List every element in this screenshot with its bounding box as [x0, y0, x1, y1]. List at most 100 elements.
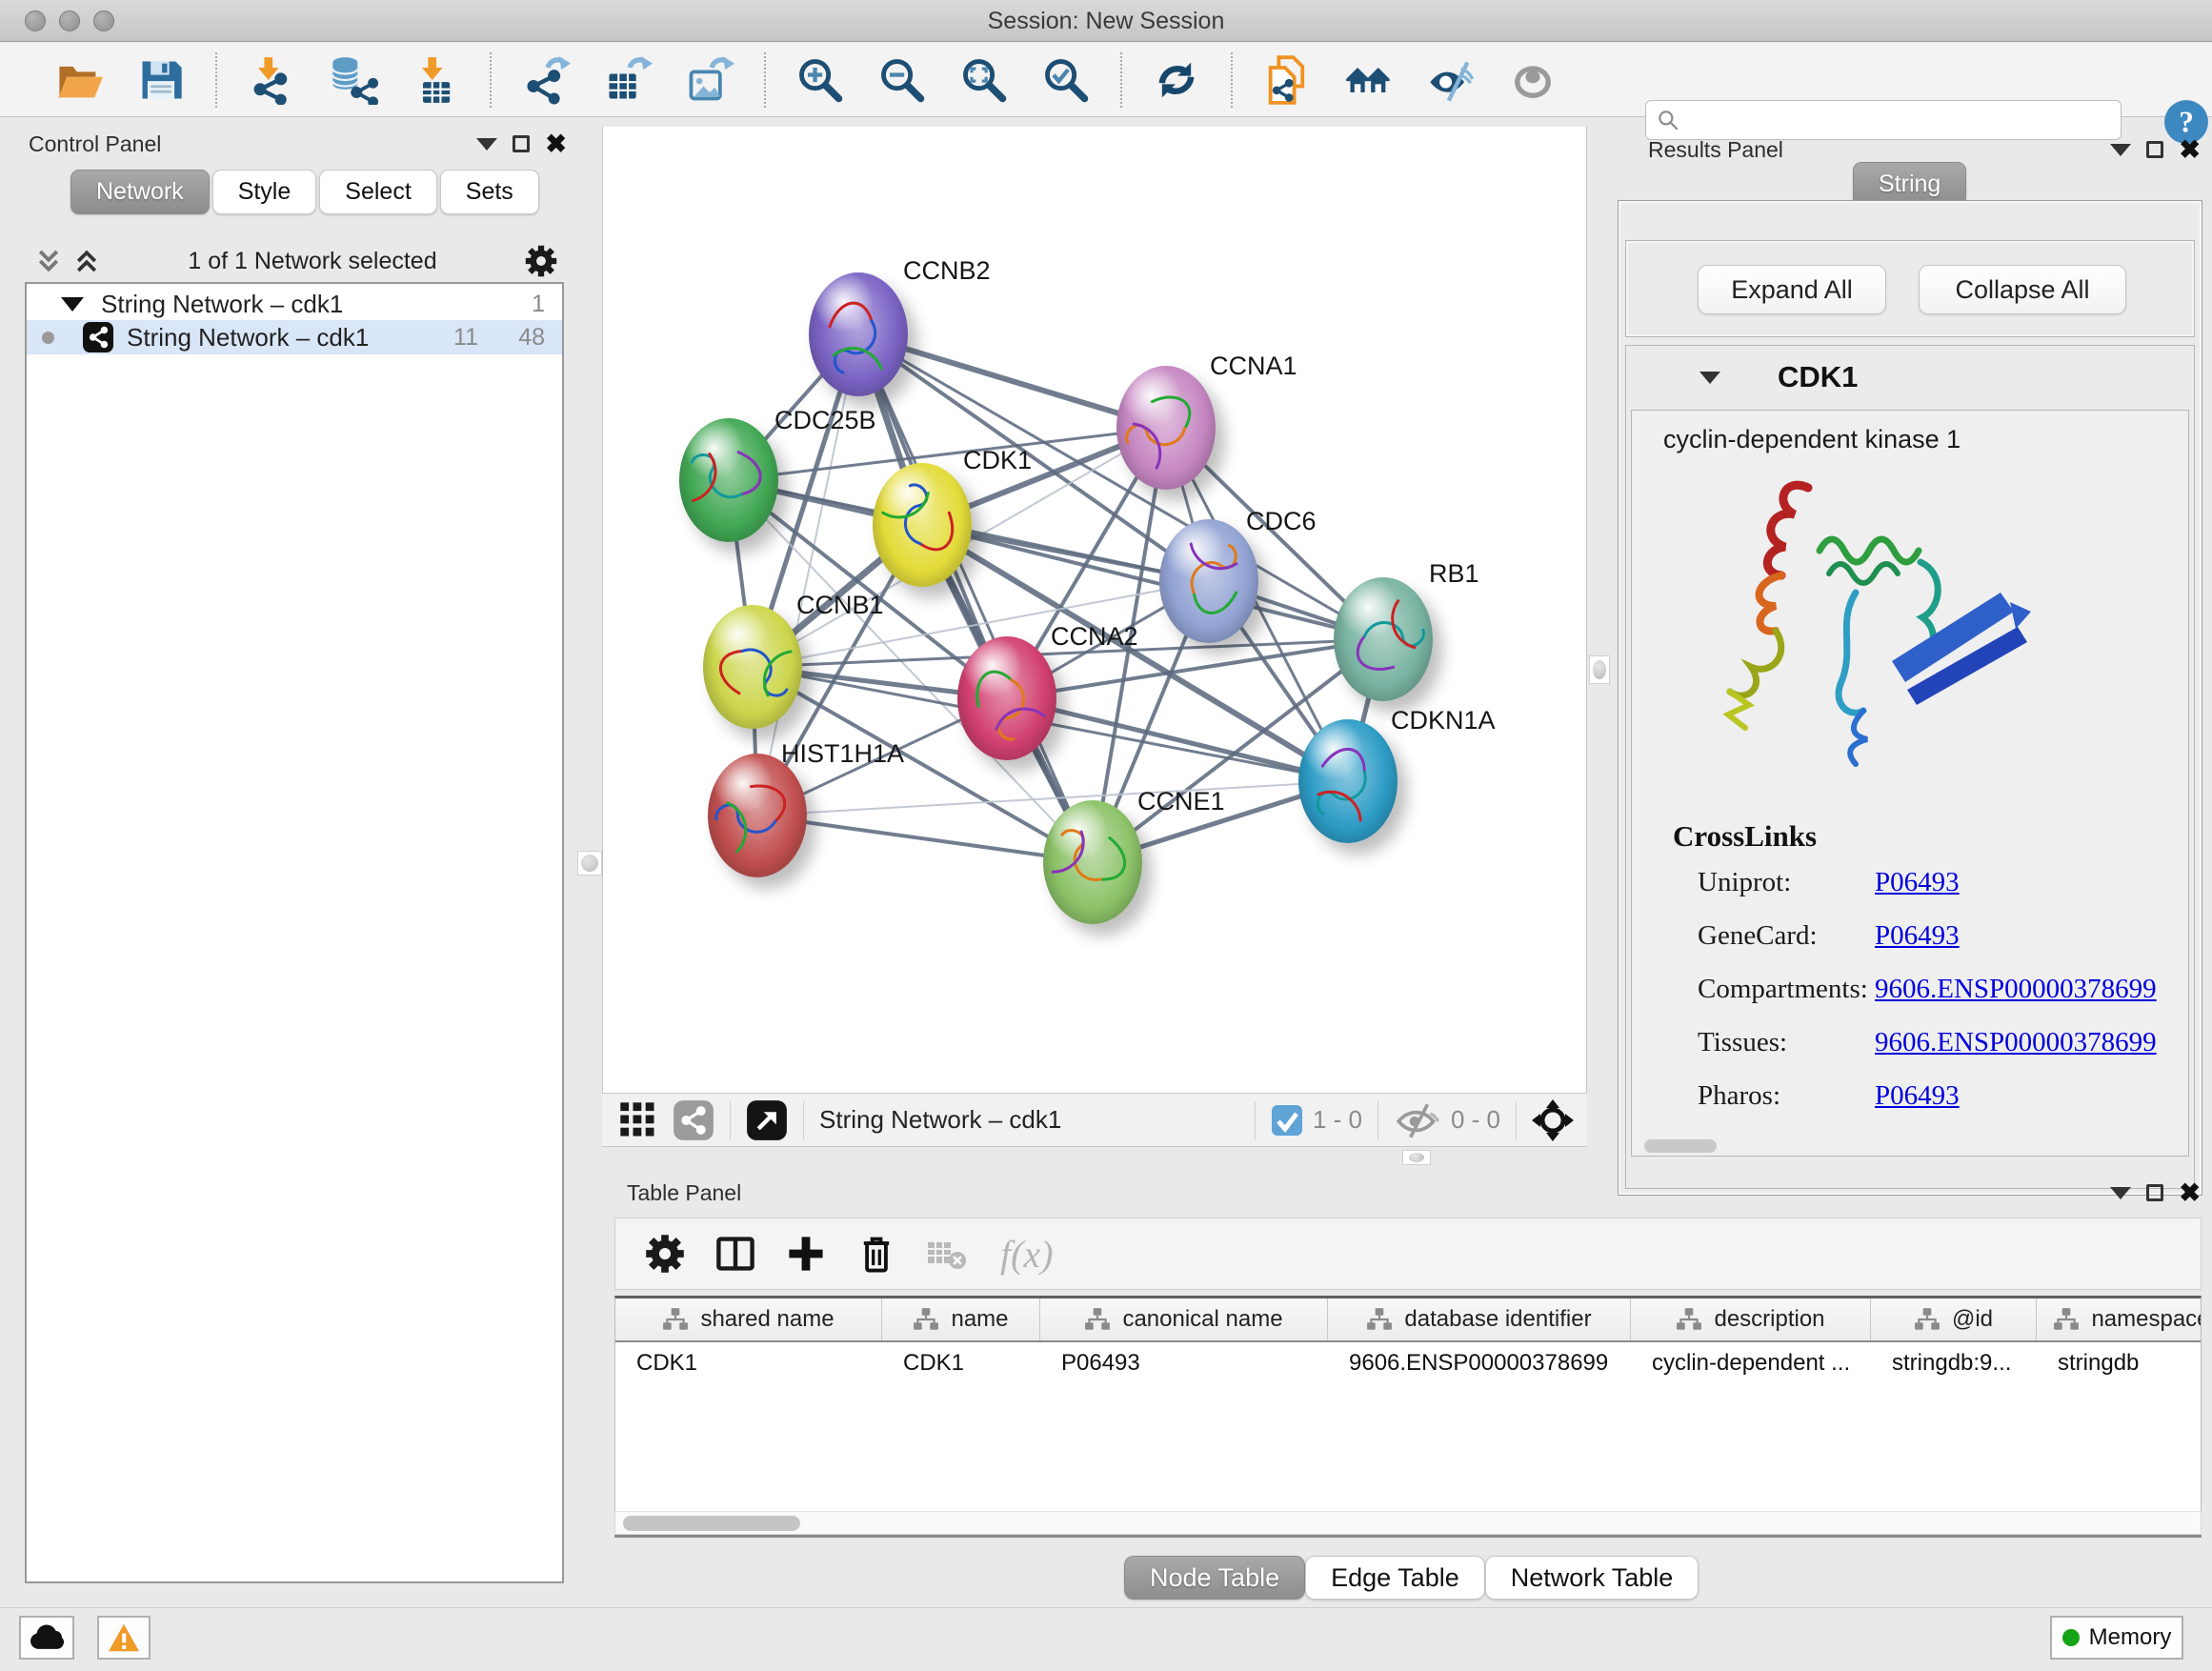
- table-cell[interactable]: CDK1: [882, 1350, 1040, 1377]
- panel-close-icon[interactable]: ✖: [2179, 140, 2201, 159]
- left-splitter-handle[interactable]: [577, 851, 602, 876]
- panel-menu-icon[interactable]: [2110, 144, 2131, 156]
- node-cdc6[interactable]: [1159, 519, 1258, 643]
- node-cdkn1a[interactable]: [1298, 719, 1398, 843]
- zoom-in-icon[interactable]: [795, 55, 845, 105]
- tab-network[interactable]: Network: [70, 170, 210, 214]
- import-table-from-file-icon[interactable]: [411, 55, 460, 105]
- add-column-icon[interactable]: [785, 1233, 827, 1275]
- expand-all-icon[interactable]: [72, 247, 101, 275]
- node-cdk1[interactable]: [873, 463, 972, 587]
- share-network-icon[interactable]: [673, 1099, 714, 1141]
- column-header-canonical-name[interactable]: canonical name: [1040, 1299, 1328, 1340]
- collapse-all-icon[interactable]: [34, 247, 63, 275]
- table-hscrollbar[interactable]: [614, 1511, 2202, 1535]
- results-scrollbar-thumb[interactable]: [1644, 1139, 1717, 1153]
- open-session-icon[interactable]: [54, 55, 104, 105]
- fit-content-icon[interactable]: [959, 55, 1009, 105]
- node-ccnb2[interactable]: [809, 272, 908, 396]
- function-builder-icon[interactable]: f(x): [1000, 1232, 1054, 1277]
- memory-button[interactable]: Memory: [2050, 1616, 2183, 1660]
- crosslink-link[interactable]: P06493: [1875, 867, 1960, 898]
- network-collection-row[interactable]: String Network – cdk1 1: [27, 288, 562, 320]
- expand-all-button[interactable]: Expand All: [1698, 265, 1886, 314]
- panel-menu-icon[interactable]: [476, 138, 497, 151]
- table-cell[interactable]: P06493: [1040, 1350, 1328, 1377]
- tab-select[interactable]: Select: [319, 170, 436, 214]
- import-string-network-icon[interactable]: [1262, 55, 1312, 105]
- refresh-layout-icon[interactable]: [1152, 55, 1201, 105]
- show-columns-icon[interactable]: [714, 1233, 756, 1275]
- export-image-icon[interactable]: [685, 55, 734, 105]
- delete-column-icon[interactable]: [855, 1233, 897, 1275]
- export-network-icon[interactable]: [521, 55, 571, 105]
- tab-edge-table[interactable]: Edge Table: [1305, 1556, 1485, 1600]
- column-header-database-identifier[interactable]: database identifier: [1328, 1299, 1631, 1340]
- delete-table-icon[interactable]: [926, 1233, 968, 1275]
- hide-selected-icon[interactable]: [1426, 55, 1476, 105]
- crosslink-link[interactable]: 9606.ENSP00000378699: [1875, 1027, 2157, 1058]
- memory-status-dot: [2062, 1629, 2080, 1646]
- panel-close-icon[interactable]: ✖: [545, 134, 567, 153]
- collapse-all-button[interactable]: Collapse All: [1919, 265, 2126, 314]
- cloud-icon[interactable]: [19, 1616, 74, 1660]
- tab-style[interactable]: Style: [212, 170, 317, 214]
- column-header-name[interactable]: name: [882, 1299, 1040, 1340]
- table-cell[interactable]: 9606.ENSP00000378699: [1328, 1350, 1631, 1377]
- zoom-out-icon[interactable]: [877, 55, 927, 105]
- panel-menu-icon[interactable]: [2110, 1187, 2131, 1199]
- table-cell[interactable]: CDK1: [615, 1350, 882, 1377]
- panel-float-icon[interactable]: [2146, 1184, 2163, 1201]
- table-hscrollbar-thumb[interactable]: [623, 1516, 800, 1531]
- tab-network-table[interactable]: Network Table: [1485, 1556, 1699, 1600]
- network-canvas[interactable]: CCNB2CCNA1CDC25BCDK1CDC6RB1CCNB1CCNA2CDK…: [602, 127, 1587, 1093]
- right-splitter-handle[interactable]: [1589, 655, 1610, 684]
- protein-thumbnail: [703, 605, 802, 729]
- network-row-selected[interactable]: String Network – cdk1 11 48: [27, 320, 562, 354]
- column-header--id[interactable]: @id: [1871, 1299, 2037, 1340]
- node-ccna1[interactable]: [1116, 366, 1216, 490]
- open-in-window-icon[interactable]: [746, 1099, 788, 1141]
- table-cell[interactable]: stringdb: [2037, 1350, 2202, 1377]
- table-row[interactable]: CDK1CDK1P064939606.ENSP00000378699cyclin…: [615, 1342, 2201, 1384]
- selected-checkbox-icon[interactable]: [1271, 1104, 1303, 1137]
- panel-float-icon[interactable]: [2146, 141, 2163, 158]
- table-cell[interactable]: cyclin-dependent ...: [1631, 1350, 1871, 1377]
- column-header-namespace[interactable]: namespace: [2037, 1299, 2202, 1340]
- hidden-eye-icon[interactable]: [1394, 1100, 1441, 1140]
- node-cdc25b[interactable]: [679, 418, 778, 542]
- tab-node-table[interactable]: Node Table: [1124, 1556, 1305, 1600]
- import-network-from-database-icon[interactable]: [329, 55, 378, 105]
- protein-section-header[interactable]: CDK1: [1625, 345, 2195, 410]
- node-ccna2[interactable]: [957, 636, 1056, 760]
- birdseye-navigator-icon[interactable]: [1532, 1099, 1574, 1141]
- section-collapse-icon[interactable]: [1699, 372, 1720, 384]
- node-rb1[interactable]: [1334, 577, 1433, 701]
- gear-icon[interactable]: [524, 244, 558, 278]
- node-label: CCNE1: [1137, 787, 1225, 816]
- node-ccnb1[interactable]: [703, 605, 802, 729]
- crosslink-link[interactable]: P06493: [1875, 1080, 1960, 1112]
- tree-expand-icon[interactable]: [61, 297, 84, 312]
- horizontal-splitter-handle[interactable]: [1402, 1150, 1431, 1165]
- export-table-icon[interactable]: [603, 55, 653, 105]
- node-hist1h1a[interactable]: [708, 754, 807, 877]
- crosslink-link[interactable]: P06493: [1875, 920, 1960, 952]
- window-title: Session: New Session: [0, 8, 2212, 35]
- tab-sets[interactable]: Sets: [440, 170, 539, 214]
- zoom-selected-icon[interactable]: [1041, 55, 1091, 105]
- warning-icon[interactable]: [97, 1616, 151, 1660]
- panel-float-icon[interactable]: [513, 135, 530, 152]
- import-network-from-file-icon[interactable]: [247, 55, 296, 105]
- home-icon[interactable]: [1344, 55, 1394, 105]
- node-ccne1[interactable]: [1043, 800, 1142, 924]
- panel-close-icon[interactable]: ✖: [2179, 1183, 2201, 1202]
- save-session-icon[interactable]: [136, 55, 186, 105]
- grid-view-icon[interactable]: [617, 1099, 659, 1141]
- show-all-icon[interactable]: [1508, 55, 1558, 105]
- gear-icon[interactable]: [644, 1233, 686, 1275]
- crosslink-link[interactable]: 9606.ENSP00000378699: [1875, 974, 2157, 1005]
- column-header-description[interactable]: description: [1631, 1299, 1871, 1340]
- table-cell[interactable]: stringdb:9...: [1871, 1350, 2037, 1377]
- column-header-shared-name[interactable]: shared name: [615, 1299, 882, 1340]
